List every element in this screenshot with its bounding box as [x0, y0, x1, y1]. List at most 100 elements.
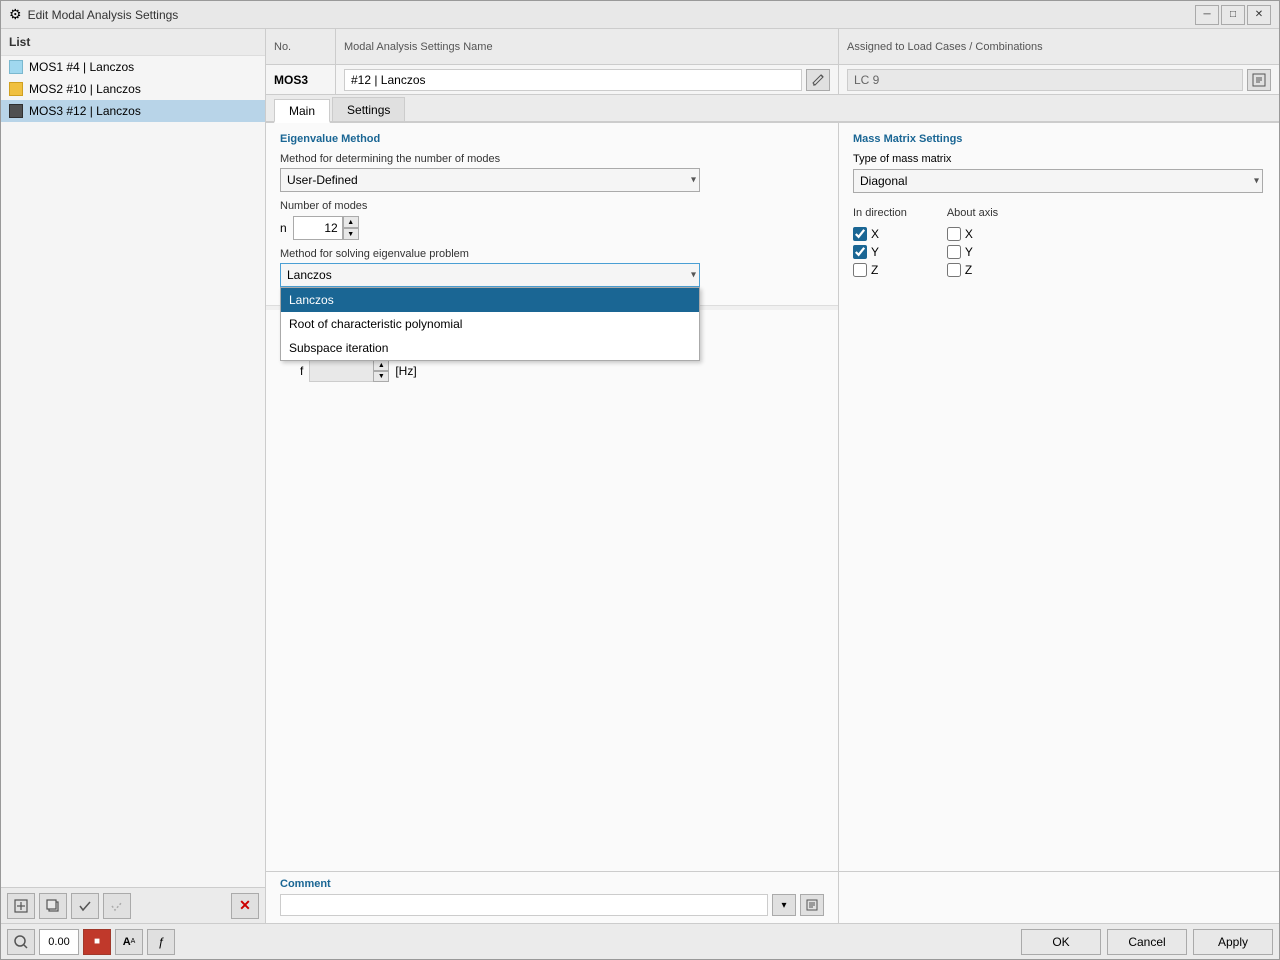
- list-item[interactable]: MOS2 #10 | Lanczos: [1, 78, 265, 100]
- freq-spin: ▲ ▼: [373, 360, 389, 382]
- list-item-selected[interactable]: MOS3 #12 | Lanczos: [1, 100, 265, 122]
- axis-group: About axis X Y: [947, 207, 998, 277]
- content-area: List MOS1 #4 | Lanczos MOS2 #10 | Lanczo…: [1, 29, 1279, 923]
- solve-select[interactable]: Lanczos Root of characteristic polynomia…: [280, 263, 700, 287]
- mass-title: Mass Matrix Settings: [853, 133, 1265, 145]
- search-status-btn[interactable]: [7, 929, 35, 955]
- apply-button[interactable]: Apply: [1193, 929, 1273, 955]
- name-edit-button[interactable]: [806, 69, 830, 91]
- comment-dropdown-btn[interactable]: ▾: [772, 894, 796, 916]
- func-icon: ƒ: [158, 935, 165, 949]
- window-title: Edit Modal Analysis Settings: [28, 8, 1189, 22]
- add-button[interactable]: [7, 893, 35, 919]
- axis-z-checkbox[interactable]: [947, 263, 961, 277]
- modes-input-row: n ▲ ▼: [280, 216, 824, 240]
- direction-title: In direction: [853, 207, 907, 219]
- right-expand-area: [839, 287, 1279, 871]
- freq-input-wrapper: ▲ ▼: [309, 360, 389, 382]
- name-header-cell: Modal Analysis Settings Name: [336, 29, 839, 64]
- dir-y-checkbox[interactable]: [853, 245, 867, 259]
- check-button[interactable]: [71, 893, 99, 919]
- delete-button[interactable]: ✕: [231, 893, 259, 919]
- solve-label: Method for solving eigenvalue problem: [280, 248, 824, 260]
- dir-z-checkbox[interactable]: [853, 263, 867, 277]
- title-bar: ⚙ Edit Modal Analysis Settings ─ □ ✕: [1, 1, 1279, 29]
- text-status-btn[interactable]: A A: [115, 929, 143, 955]
- dir-z-label: Z: [871, 263, 878, 277]
- dropdown-option-root[interactable]: Root of characteristic polynomial: [281, 312, 699, 336]
- main-window: ⚙ Edit Modal Analysis Settings ─ □ ✕ Lis…: [0, 0, 1280, 960]
- list-item-label: MOS1 #4 | Lanczos: [29, 60, 134, 74]
- mass-select-wrapper: Diagonal Consistent Lumped ▾: [853, 169, 1263, 193]
- list-toolbar: ✕: [1, 887, 265, 923]
- status-bar: 0.00 ■ A A ƒ OK Cancel Apply: [1, 923, 1279, 959]
- method-select[interactable]: User-Defined Based on frequency range Al…: [280, 168, 700, 192]
- direction-area: In direction X Y: [853, 207, 1265, 277]
- eigenvalue-section: Eigenvalue Method Method for determining…: [266, 123, 838, 306]
- method-label: Method for determining the number of mod…: [280, 153, 824, 165]
- mass-section: Mass Matrix Settings Type of mass matrix…: [839, 123, 1279, 287]
- axis-z-label: Z: [965, 263, 972, 277]
- name-value-cell: [336, 65, 839, 94]
- axis-x-label: X: [965, 227, 973, 241]
- comment-edit-btn[interactable]: [800, 894, 824, 916]
- dropdown-option-lanczos[interactable]: Lanczos: [281, 288, 699, 312]
- no-label: No.: [274, 41, 291, 53]
- comment-title: Comment: [280, 878, 824, 890]
- list-item[interactable]: MOS1 #4 | Lanczos: [1, 56, 265, 78]
- dir-x-checkbox[interactable]: [853, 227, 867, 241]
- axis-x-row: X: [947, 227, 998, 241]
- lc-header-cell: Assigned to Load Cases / Combinations: [839, 29, 1279, 64]
- cancel-button[interactable]: Cancel: [1107, 929, 1187, 955]
- copy-button[interactable]: [39, 893, 67, 919]
- list-items: MOS1 #4 | Lanczos MOS2 #10 | Lanczos MOS…: [1, 56, 265, 887]
- dir-x-row: X: [853, 227, 907, 241]
- name-input[interactable]: [344, 69, 802, 91]
- dropdown-option-subspace[interactable]: Subspace iteration: [281, 336, 699, 360]
- n-label: n: [280, 221, 287, 235]
- method-group: Method for determining the number of mod…: [280, 153, 824, 192]
- value-display: 0.00: [39, 929, 79, 955]
- method-select-wrapper: User-Defined Based on frequency range Al…: [280, 168, 700, 192]
- spin-up[interactable]: ▲: [343, 216, 359, 228]
- close-button[interactable]: ✕: [1247, 5, 1271, 25]
- name-label: Modal Analysis Settings Name: [344, 41, 493, 53]
- minimize-button[interactable]: ─: [1195, 5, 1219, 25]
- left-panel: List MOS1 #4 | Lanczos MOS2 #10 | Lanczo…: [1, 29, 266, 923]
- n-input[interactable]: [293, 216, 343, 240]
- no-value-cell: MOS3: [266, 65, 336, 94]
- axis-x-checkbox[interactable]: [947, 227, 961, 241]
- ok-button[interactable]: OK: [1021, 929, 1101, 955]
- func-status-btn[interactable]: ƒ: [147, 929, 175, 955]
- text-icon: A: [123, 936, 131, 948]
- dir-y-label: Y: [871, 245, 879, 259]
- modes-label: Number of modes: [280, 200, 824, 212]
- left-content: Eigenvalue Method Method for determining…: [266, 123, 839, 871]
- tab-settings[interactable]: Settings: [332, 97, 405, 121]
- solve-dropdown-wrapper: Lanczos Root of characteristic polynomia…: [280, 263, 824, 287]
- solve-select-container: Lanczos Root of characteristic polynomia…: [280, 263, 700, 287]
- comment-right: [839, 872, 1279, 923]
- panels-area: Eigenvalue Method Method for determining…: [266, 123, 1279, 871]
- uncheck-button[interactable]: [103, 893, 131, 919]
- list-item-label: MOS2 #10 | Lanczos: [29, 82, 141, 96]
- no-header-cell: No.: [266, 29, 336, 64]
- spin-down[interactable]: ▼: [343, 228, 359, 240]
- freq-spin-up[interactable]: ▲: [373, 360, 389, 371]
- n-input-wrapper: ▲ ▼: [293, 216, 359, 240]
- color-status-btn[interactable]: ■: [83, 929, 111, 955]
- freq-unit: [Hz]: [395, 364, 416, 378]
- tab-main[interactable]: Main: [274, 99, 330, 123]
- comment-input[interactable]: [280, 894, 768, 916]
- solve-dropdown-list: Lanczos Root of characteristic polynomia…: [280, 287, 700, 361]
- axis-y-checkbox[interactable]: [947, 245, 961, 259]
- lc-label: Assigned to Load Cases / Combinations: [847, 41, 1043, 53]
- mass-select[interactable]: Diagonal Consistent Lumped: [853, 169, 1263, 193]
- comment-input-row: ▾: [280, 894, 824, 916]
- axis-title: About axis: [947, 207, 998, 219]
- restore-button[interactable]: □: [1221, 5, 1245, 25]
- header-row: No. Modal Analysis Settings Name Assigne…: [266, 29, 1279, 65]
- freq-spin-down[interactable]: ▼: [373, 371, 389, 382]
- lc-edit-button[interactable]: [1247, 69, 1271, 91]
- dir-z-row: Z: [853, 263, 907, 277]
